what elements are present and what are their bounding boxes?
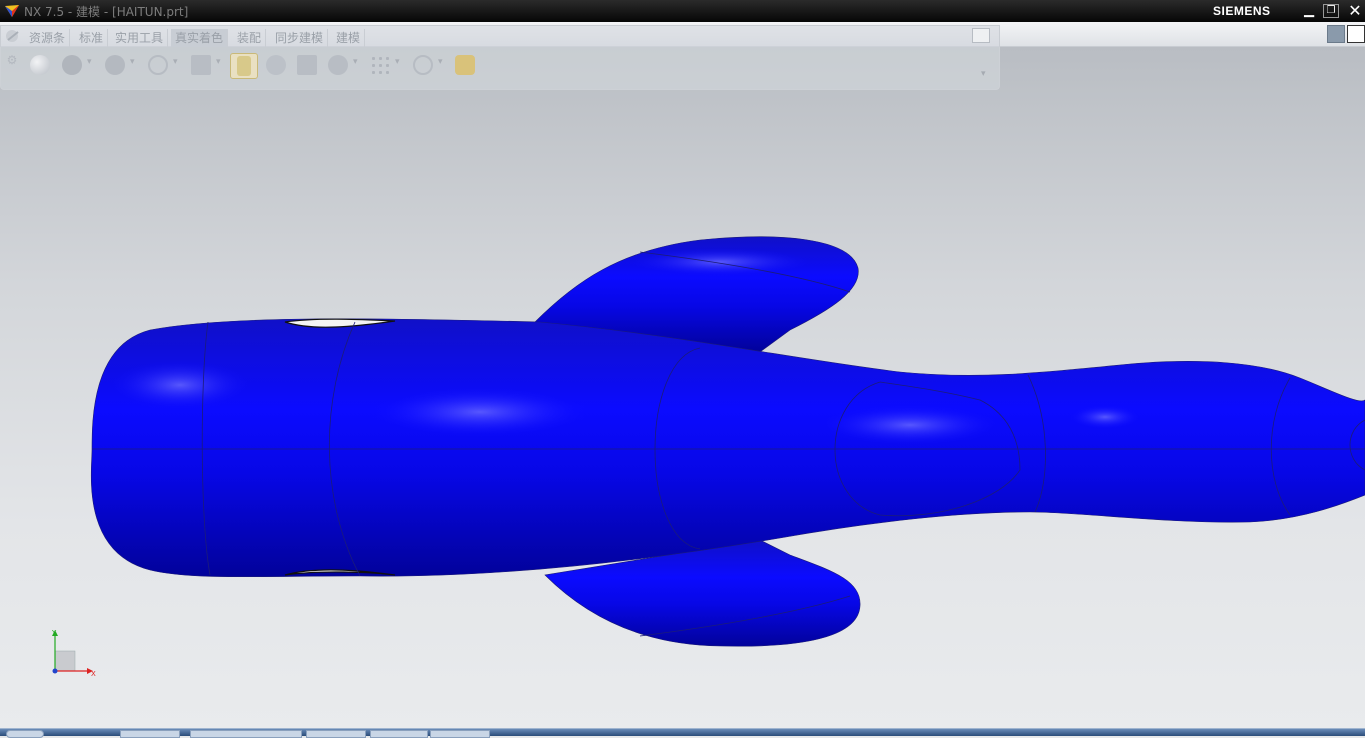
- nx-app-icon[interactable]: [3, 3, 21, 19]
- tab-group: 资源条 标准 实用工具 真实着色 装配 同步建模 建模: [0, 25, 1000, 47]
- dolphin-model[interactable]: [0, 47, 1365, 728]
- minimize-button[interactable]: ▁: [1300, 3, 1318, 19]
- taskbar-item[interactable]: [190, 730, 302, 738]
- tab-assembly[interactable]: 装配: [233, 29, 267, 47]
- start-button[interactable]: [6, 730, 44, 738]
- tab-standard[interactable]: 标准: [75, 29, 109, 47]
- triad-y-label: Y: [51, 629, 57, 637]
- taskbar-item[interactable]: [370, 730, 428, 738]
- fit-view-icon[interactable]: [1347, 25, 1365, 43]
- ribbon-options-icon[interactable]: [972, 28, 990, 43]
- restore-button[interactable]: ❐: [1323, 4, 1339, 18]
- tab-true-shading[interactable]: 真实着色: [171, 29, 229, 47]
- resource-bar-icon[interactable]: [4, 28, 22, 44]
- window-title: NX 7.5 - 建模 - [HAITUN.prt]: [24, 5, 189, 19]
- taskbar-item[interactable]: [430, 730, 490, 738]
- tab-modeling[interactable]: 建模: [332, 29, 366, 47]
- triad-x-label: X: [91, 670, 96, 678]
- view-triad: Y X: [51, 629, 96, 678]
- tab-resource-bar[interactable]: 资源条: [25, 29, 71, 47]
- title-bar: NX 7.5 - 建模 - [HAITUN.prt] SIEMENS ▁ ❐ ✕: [0, 0, 1365, 22]
- tab-synchronous-modeling[interactable]: 同步建模: [271, 29, 329, 47]
- tab-utilities[interactable]: 实用工具: [111, 29, 169, 47]
- view-mode-icon[interactable]: [1327, 25, 1345, 43]
- taskbar-item[interactable]: [120, 730, 180, 738]
- dolphin-body[interactable]: [90, 318, 1365, 578]
- close-button[interactable]: ✕: [1346, 3, 1364, 19]
- ribbon-tab-strip: 资源条 标准 实用工具 真实着色 装配 同步建模 建模: [0, 22, 1365, 47]
- siemens-logo: SIEMENS: [1213, 4, 1271, 18]
- taskbar-item[interactable]: [306, 730, 366, 738]
